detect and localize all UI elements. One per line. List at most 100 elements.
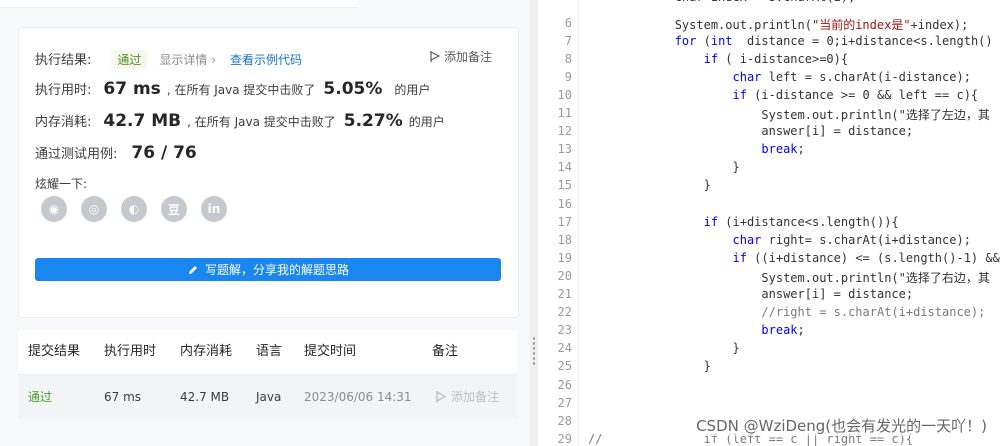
line-number: 10 (557, 87, 572, 102)
memory-beat-text: , 在所有 Java 提交中击败了 (187, 115, 336, 129)
pencil-icon (188, 265, 197, 274)
code-line[interactable]: for (int distance = 0;i+distance<s.lengt… (588, 34, 1001, 48)
line-number: 15 (557, 178, 572, 193)
add-note-button[interactable]: 添加备注 (430, 48, 492, 65)
code-editor[interactable]: char index = s.charAt(i); 6 System.out.p… (538, 0, 1001, 446)
code-line[interactable]: break; (588, 142, 804, 156)
result-card: 执行结果: 通过 显示详情 › 查看示例代码 添加备注 执行用时: 67 ms … (18, 27, 519, 318)
runtime-suffix: 的用户 (394, 83, 431, 97)
tests-row: 通过测试用例: 76 / 76 (35, 143, 197, 163)
line-number: 17 (557, 214, 572, 229)
linkedin-icon[interactable]: in (201, 196, 227, 222)
code-line[interactable]: break; (588, 323, 804, 337)
code-line[interactable]: answer[i] = distance; (588, 124, 913, 138)
share-icons: ◉ ◎ ◐ 豆 in (41, 196, 227, 222)
line-number: 29 (557, 431, 572, 446)
header-status: 提交结果 (28, 344, 81, 359)
line-number: 6 (564, 15, 572, 30)
memory-percent: 5.27% (343, 111, 403, 131)
row-add-note-button[interactable]: 添加备注 (436, 375, 499, 419)
result-pane: 执行结果: 通过 显示详情 › 查看示例代码 添加备注 执行用时: 67 ms … (0, 0, 530, 446)
tests-label: 通过测试用例: (35, 147, 118, 162)
code-line[interactable]: } (588, 178, 711, 192)
header-runtime: 执行用时 (104, 344, 157, 359)
runtime-beat-text: , 在所有 Java 提交中击败了 (166, 83, 316, 97)
weibo-icon[interactable]: ◎ (81, 196, 107, 222)
write-solution-button[interactable]: 写题解，分享我的解题思路 (35, 258, 501, 281)
line-number: 20 (557, 268, 572, 283)
line-number: 28 (557, 413, 572, 428)
runtime-value: 67 ms (103, 79, 161, 99)
wechat-icon[interactable]: ◉ (41, 196, 67, 222)
runtime-label: 执行用时: (35, 83, 92, 98)
code-line[interactable]: if ( i-distance>=0){ (588, 52, 849, 66)
code-line[interactable]: //right = s.charAt(i+distance); (588, 305, 985, 319)
line-number: 7 (564, 33, 572, 48)
line-number: 16 (557, 196, 572, 211)
qq-icon[interactable]: ◐ (121, 196, 147, 222)
submissions-table: 提交结果 执行用时 内存消耗 语言 提交时间 备注 通过 67 ms 42.7 … (18, 330, 517, 419)
code-line[interactable]: answer[i] = distance; (588, 287, 913, 301)
header-note: 备注 (432, 344, 459, 359)
tests-value: 76 / 76 (131, 143, 197, 163)
line-number: 23 (557, 323, 572, 338)
memory-label: 内存消耗: (35, 115, 92, 130)
row-runtime: 67 ms (104, 390, 142, 404)
line-number: 13 (557, 142, 572, 157)
table-header: 提交结果 执行用时 内存消耗 语言 提交时间 备注 (18, 330, 517, 374)
line-number: 12 (557, 124, 572, 139)
result-row: 执行结果: 通过 显示详情 › 查看示例代码 (35, 49, 302, 69)
header-memory: 内存消耗 (180, 344, 233, 359)
runtime-percent: 5.05% (323, 79, 383, 99)
flag-icon (430, 51, 440, 62)
row-status[interactable]: 通过 (28, 375, 52, 419)
code-line-partial: char index = s.charAt(i); (588, 0, 856, 4)
header-language: 语言 (256, 344, 283, 359)
line-number: 22 (557, 305, 572, 320)
header-time: 提交时间 (304, 344, 357, 359)
table-row[interactable]: 通过 67 ms 42.7 MB Java 2023/06/06 14:31 添… (18, 374, 517, 419)
line-number: 27 (557, 395, 572, 410)
top-tab-strip (0, 0, 358, 8)
share-row: 炫耀一下: (35, 175, 87, 192)
runtime-row: 执行用时: 67 ms , 在所有 Java 提交中击败了 5.05% 的用户 (35, 79, 430, 99)
line-number: 19 (557, 250, 572, 265)
line-number: 18 (557, 232, 572, 247)
row-note-label: 添加备注 (451, 390, 500, 404)
code-line[interactable]: System.out.println("当前的index是"+index); (588, 16, 969, 33)
code-line[interactable]: if (i-distance >= 0 && left == c){ (588, 88, 979, 102)
code-line[interactable]: if ((i+distance) <= (s.length()-1) && (588, 251, 1000, 265)
write-solution-label: 写题解，分享我的解题思路 (204, 263, 349, 277)
drag-handle-icon[interactable] (532, 336, 536, 366)
view-sample-code-link[interactable]: 查看示例代码 (230, 51, 302, 68)
watermark-text: CSDN @WziDeng(也会有发光的一天吖！) (696, 415, 987, 436)
line-number: 21 (557, 287, 572, 301)
douban-icon[interactable]: 豆 (161, 196, 187, 222)
code-line[interactable]: } (588, 160, 739, 174)
memory-suffix: 的用户 (408, 115, 445, 129)
line-number: 9 (564, 69, 572, 84)
code-line[interactable]: } (588, 341, 739, 355)
line-number: 11 (557, 106, 572, 120)
code-line[interactable]: System.out.println("选择了右边，其 (588, 269, 990, 286)
line-number: 14 (557, 160, 572, 175)
code-line[interactable]: if (i+distance<s.length()){ (588, 215, 899, 229)
line-number: 24 (557, 341, 572, 356)
share-label: 炫耀一下: (35, 177, 88, 191)
line-number: 25 (557, 359, 572, 374)
line-number: 8 (564, 51, 572, 66)
result-label: 执行结果: (35, 53, 92, 68)
memory-row: 内存消耗: 42.7 MB , 在所有 Java 提交中击败了 5.27% 的用… (35, 111, 445, 131)
show-details-link[interactable]: 显示详情 › (159, 51, 216, 68)
code-line[interactable]: char left = s.charAt(i-distance); (588, 70, 971, 84)
row-memory: 42.7 MB (180, 390, 230, 404)
status-badge: 通过 (111, 50, 148, 69)
row-time: 2023/06/06 14:31 (304, 390, 412, 404)
code-line[interactable]: System.out.println("选择了左边，其 (588, 106, 990, 123)
flag-icon (436, 391, 446, 403)
line-number: 26 (557, 377, 572, 392)
code-line[interactable]: char right= s.charAt(i+distance); (588, 233, 971, 247)
code-line[interactable]: } (588, 359, 711, 373)
pane-splitter[interactable] (530, 0, 538, 446)
memory-value: 42.7 MB (103, 111, 182, 131)
